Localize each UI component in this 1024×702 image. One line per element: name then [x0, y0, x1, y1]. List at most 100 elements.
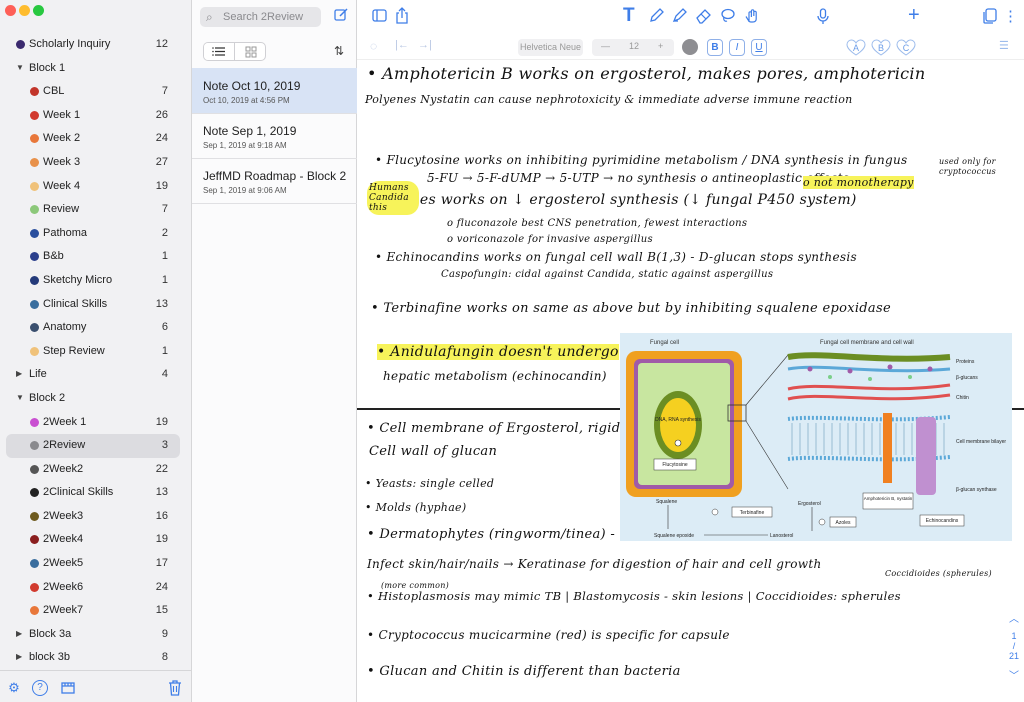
list-view-button[interactable]: [204, 43, 235, 60]
sidebar-item[interactable]: Anatomy 6: [0, 316, 192, 340]
highlight-style-a[interactable]: A: [846, 39, 866, 57]
sidebar-item-label: Block 3a: [29, 627, 72, 640]
sidebar-item[interactable]: 2Week5 17: [0, 552, 192, 576]
sidebar-item[interactable]: Week 3 27: [0, 151, 192, 175]
note-list-item[interactable]: Note Oct 10, 2019 Oct 10, 2019 at 4:56 PM: [192, 68, 357, 114]
help-icon[interactable]: ?: [32, 680, 48, 696]
ink-line-16: • Yeasts: single celled: [365, 477, 495, 490]
highlight-style-c[interactable]: C: [896, 39, 916, 57]
close-window-button[interactable]: [5, 5, 16, 16]
maximize-window-button[interactable]: [33, 5, 44, 16]
fungal-cell-figure: Fungal cell Fungal cell membrane and cel…: [620, 333, 1012, 541]
sidebar-item-label: 2Week7: [43, 604, 84, 617]
disclosure-closed-icon[interactable]: ▶: [16, 629, 22, 638]
sidebar-item[interactable]: ▼ Block 1: [0, 57, 192, 81]
disclosure-open-icon[interactable]: ▼: [16, 63, 24, 72]
sidebar-item[interactable]: Week 1 26: [0, 104, 192, 128]
sidebar-item[interactable]: 2Week6 24: [0, 576, 192, 600]
note-list-item[interactable]: JeffMD Roadmap - Block 2 Sep 1, 2019 at 9…: [192, 158, 357, 204]
sidebar-item-label: Clinical Skills: [43, 297, 108, 310]
sidebar-item[interactable]: CBL 7: [0, 80, 192, 104]
highlighter-icon[interactable]: [671, 7, 688, 27]
sidebar-item[interactable]: ▼ Block 2: [0, 387, 192, 411]
sidebar-item[interactable]: ▶ Life 4: [0, 363, 192, 387]
microphone-icon[interactable]: [817, 8, 829, 28]
check-circle-icon[interactable]: ◌: [370, 39, 377, 53]
note-list-panel: ⌕ Search 2Review ⇅ Note Oct 10, 2019 Oct …: [192, 0, 357, 702]
sidebar-item[interactable]: ▶ Block 3a 9: [0, 623, 192, 647]
new-note-icon[interactable]: [332, 7, 350, 25]
font-size-increase[interactable]: +: [658, 41, 663, 51]
note-canvas[interactable]: • Amphotericin B works on ergosterol, ma…: [357, 61, 1024, 702]
font-name-select[interactable]: Helvetica Neue: [518, 39, 583, 56]
underline-button[interactable]: U: [751, 39, 767, 56]
sidebar-item[interactable]: Week 2 24: [0, 127, 192, 151]
sidebar-item[interactable]: Step Review 1: [0, 340, 192, 364]
page-up-icon[interactable]: ︿: [1004, 610, 1024, 625]
share-icon[interactable]: [395, 7, 409, 27]
sidebar-item-count: 16: [155, 509, 168, 522]
ink-line-8: o voriconazole for invasive aspergillus: [447, 234, 653, 245]
font-size-stepper[interactable]: — 12 +: [592, 39, 674, 56]
sidebar-item[interactable]: Sketchy Micro 1: [0, 269, 192, 293]
sidebar-item[interactable]: Clinical Skills 13: [0, 293, 192, 317]
disclosure-closed-icon[interactable]: ▶: [16, 652, 22, 661]
sidebar-item[interactable]: 2Week2 22: [0, 458, 192, 482]
highlight-style-b[interactable]: B: [871, 39, 891, 57]
page-down-icon[interactable]: ﹀: [1004, 667, 1024, 682]
color-picker[interactable]: [682, 39, 698, 55]
bold-button[interactable]: B: [707, 39, 723, 56]
store-icon[interactable]: [60, 680, 76, 696]
add-icon[interactable]: +: [908, 4, 920, 27]
sidebar-item[interactable]: 2Week7 15: [0, 599, 192, 623]
list-format-icon[interactable]: ☰: [999, 39, 1009, 52]
pen-tool-icon[interactable]: [648, 7, 665, 27]
italic-button[interactable]: I: [729, 39, 745, 56]
indent-right-icon[interactable]: →|: [418, 39, 432, 51]
sidebar-item[interactable]: 2Review 3: [6, 434, 180, 458]
note-list-item[interactable]: Note Sep 1, 2019 Sep 1, 2019 at 9:18 AM: [192, 113, 357, 159]
sidebar-item[interactable]: 2Week3 16: [0, 505, 192, 529]
gear-icon[interactable]: ⚙: [6, 680, 22, 696]
sidebar-item[interactable]: 2Week 1 19: [0, 411, 192, 435]
eraser-icon[interactable]: [695, 7, 712, 27]
ink-line-10: Caspofungin: cidal against Candida, stat…: [441, 269, 774, 280]
pages-icon[interactable]: [983, 8, 997, 27]
sidebar-item[interactable]: Scholarly Inquiry 12: [0, 33, 192, 57]
ink-line-18: • Dermatophytes (ringworm/tinea) -: [367, 527, 616, 542]
sidebar-item[interactable]: 2Clinical Skills 13: [0, 481, 192, 505]
font-size-decrease[interactable]: —: [601, 41, 610, 51]
disclosure-open-icon[interactable]: ▼: [16, 393, 24, 402]
search-input[interactable]: ⌕ Search 2Review: [200, 7, 321, 27]
sidebar-item[interactable]: Pathoma 2: [0, 222, 192, 246]
grid-view-button[interactable]: [236, 43, 266, 60]
minimize-window-button[interactable]: [19, 5, 30, 16]
search-icon: ⌕: [206, 10, 213, 24]
more-icon[interactable]: ⋮: [1003, 7, 1018, 25]
ink-line-3: • Flucytosine works on inhibiting pyrimi…: [375, 153, 908, 167]
indent-left-icon[interactable]: |←: [395, 39, 409, 51]
text-tool-icon[interactable]: T: [623, 5, 635, 27]
disclosure-closed-icon[interactable]: ▶: [16, 369, 22, 378]
group-list: Scholarly Inquiry 12 ▼ Block 1 CBL 7 Week 1 26 W…: [0, 33, 192, 670]
ink-line-17: • Molds (hyphae): [365, 501, 467, 514]
sidebar-item[interactable]: B&b 1: [0, 245, 192, 269]
sidebar-item[interactable]: Week 4 19: [0, 175, 192, 199]
sort-icon[interactable]: ⇅: [331, 44, 347, 58]
trash-icon[interactable]: [167, 680, 183, 696]
fig-bglucans-label: β-glucans: [956, 375, 978, 381]
sidebar-item[interactable]: ▶ block 3b 8: [0, 646, 192, 670]
group-color-icon: [30, 417, 39, 427]
lasso-icon[interactable]: [719, 7, 736, 27]
sidebar-item[interactable]: Review 7: [0, 198, 192, 222]
fig-terbinafine-label: Terbinafine: [740, 510, 765, 516]
group-color-icon: [30, 346, 39, 356]
note-title: JeffMD Roadmap - Block 2: [203, 169, 347, 183]
sidebar-item[interactable]: 2Week4 19: [0, 528, 192, 552]
sidebar-toggle-icon[interactable]: [372, 9, 387, 25]
touch-hand-icon[interactable]: [743, 7, 760, 27]
format-toolbar: ◌ |← →| Helvetica Neue — 12 + B I U A B: [357, 36, 1024, 60]
sidebar-item-count: 26: [155, 108, 168, 121]
highlight-style-a-label: A: [852, 43, 859, 53]
group-color-icon: [30, 181, 39, 191]
